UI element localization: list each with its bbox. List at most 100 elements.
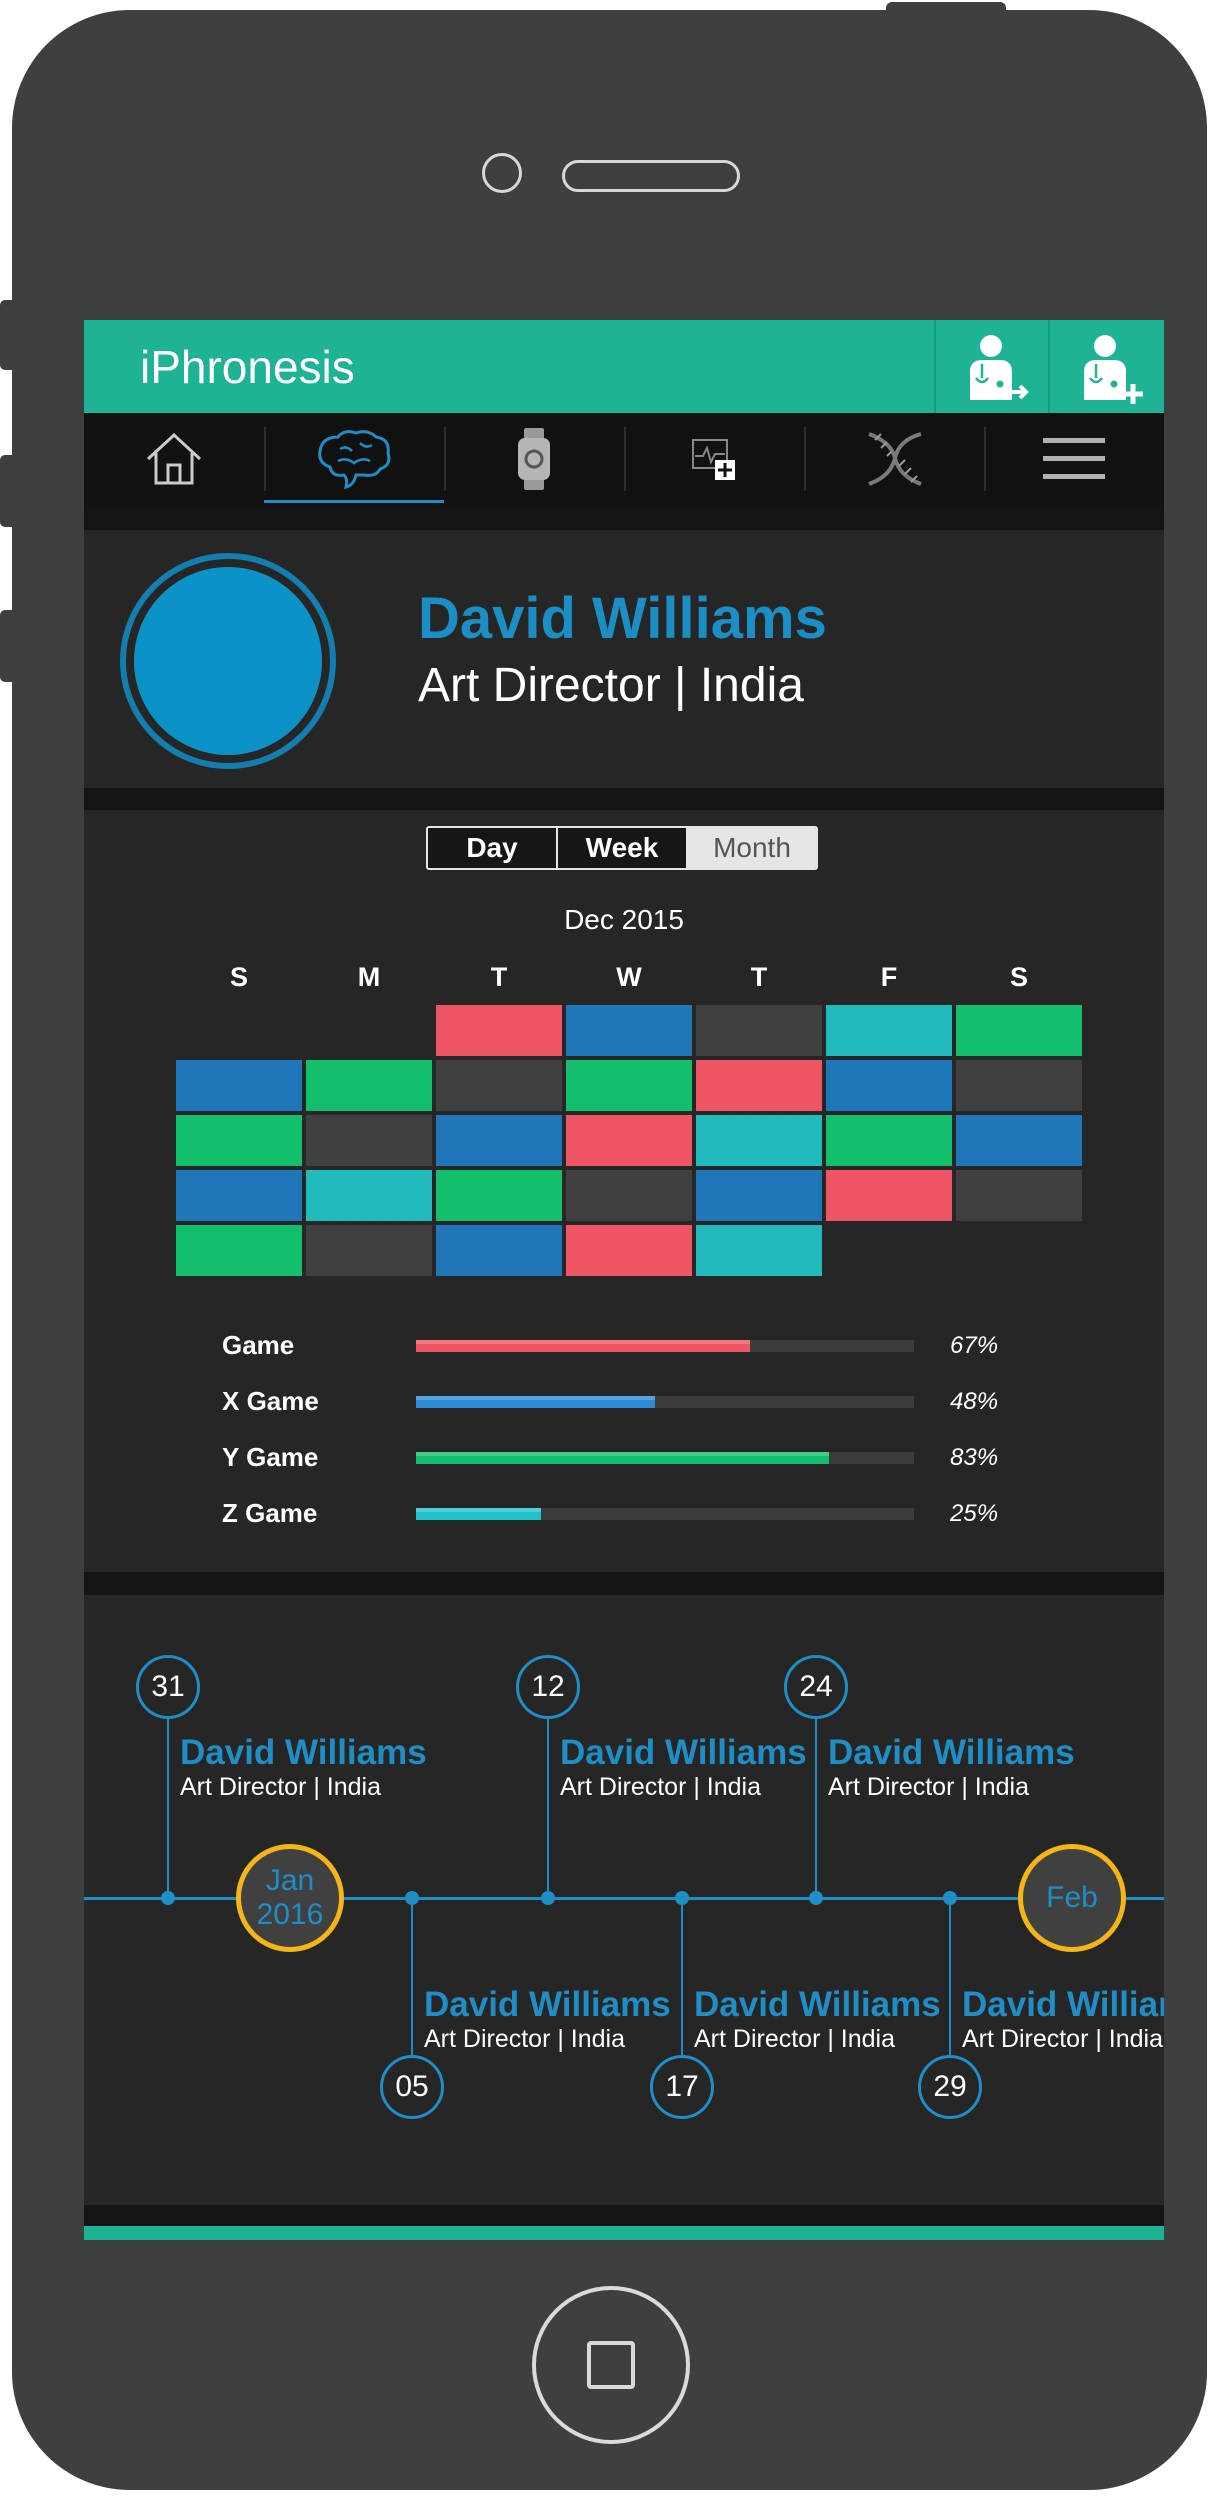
calendar-day-cell[interactable] <box>436 1225 562 1276</box>
progress-value: 83% <box>950 1444 999 1471</box>
timeline-stem <box>547 1719 549 1899</box>
calendar-day-cell[interactable] <box>696 1005 822 1056</box>
calendar-day-cell[interactable] <box>696 1060 822 1111</box>
timeline-event-name: David Williams <box>424 1985 671 2024</box>
calendar-day-cell[interactable] <box>176 1225 302 1276</box>
nav-health-monitor[interactable] <box>624 413 804 505</box>
calendar-day-cell[interactable] <box>306 1225 432 1276</box>
toggle-week[interactable]: Week <box>558 828 688 868</box>
timeline-date-bubble[interactable]: 05 <box>380 2055 444 2119</box>
progress-track <box>416 1340 914 1352</box>
month-marker-label: Jan <box>265 1864 315 1897</box>
calendar-day-cell[interactable] <box>956 1060 1082 1111</box>
timeline-date-bubble[interactable]: 17 <box>650 2055 714 2119</box>
doctor-add-icon <box>1084 335 1143 404</box>
calendar-day-cell[interactable] <box>566 1225 692 1276</box>
progress-value: 25% <box>950 1500 999 1527</box>
nav-dna[interactable] <box>804 413 984 505</box>
timeline-event-name: David Williams <box>180 1733 427 1772</box>
avatar[interactable] <box>120 553 336 769</box>
timeline-month-marker[interactable]: Jan 2016 <box>236 1844 344 1952</box>
calendar-day-cell[interactable] <box>826 1060 952 1111</box>
progress-track <box>416 1508 914 1520</box>
calendar-day-cell[interactable] <box>176 1170 302 1221</box>
profile-card: David Williams Art Director | India <box>84 530 1164 788</box>
timeline-event-card[interactable]: David WilliamsArt Director | India <box>962 1985 1164 2053</box>
calendar-day-cell[interactable] <box>176 1115 302 1166</box>
nav-brain[interactable] <box>264 413 444 505</box>
timeline-stem <box>949 1898 951 2058</box>
toggle-month[interactable]: Month <box>688 828 816 868</box>
timeline-date-bubble[interactable]: 12 <box>516 1655 580 1719</box>
timeline-date-bubble[interactable]: 29 <box>918 2055 982 2119</box>
timeline-event-name: David Williams <box>694 1985 941 2024</box>
timeline-event-role: Art Director | India <box>560 1773 762 1801</box>
calendar-day-cell[interactable] <box>956 1170 1082 1221</box>
timeline-event-name: David Williams <box>560 1733 807 1772</box>
earpiece-speaker <box>562 160 740 192</box>
timeline-event-name: David Williams <box>962 1985 1164 2024</box>
calendar-day-cell[interactable] <box>436 1005 562 1056</box>
doctor-add-button[interactable] <box>1048 320 1164 413</box>
period-toggle: Day Week Month <box>426 826 818 870</box>
progress-track <box>416 1396 914 1408</box>
calendar-day-cell[interactable] <box>176 1060 302 1111</box>
nav-home[interactable] <box>84 413 264 505</box>
calendar-day-cell[interactable] <box>566 1005 692 1056</box>
health-monitor-icon <box>692 439 735 480</box>
calendar-day-cell[interactable] <box>566 1170 692 1221</box>
calendar-day-cell[interactable] <box>436 1170 562 1221</box>
calendar-day-cell[interactable] <box>956 1005 1082 1056</box>
timeline-event-role: Art Director | India <box>962 2025 1164 2053</box>
calendar-day-cell[interactable] <box>696 1115 822 1166</box>
main-nav <box>84 413 1164 505</box>
timeline-event-role: Art Director | India <box>180 1773 382 1801</box>
app-screen: iPhronesis David Williams Art Director |… <box>84 320 1164 2240</box>
timeline-stem <box>411 1898 413 2058</box>
weekday-label: T <box>490 962 508 992</box>
calendar-day-cell[interactable] <box>826 1170 952 1221</box>
calendar-day-cell[interactable] <box>306 1060 432 1111</box>
calendar-day-cell[interactable] <box>436 1060 562 1111</box>
calendar-day-cell[interactable] <box>826 1115 952 1166</box>
timeline-date-bubble[interactable]: 24 <box>784 1655 848 1719</box>
calendar-day-cell[interactable] <box>306 1170 432 1221</box>
progress-fill <box>416 1396 656 1408</box>
calendar-day-cell[interactable] <box>696 1170 822 1221</box>
nav-menu[interactable] <box>984 413 1164 505</box>
home-icon <box>146 432 202 485</box>
calendar-month-label: Dec 2015 <box>564 904 684 935</box>
timeline-event-card[interactable]: David WilliamsArt Director | India <box>560 1733 807 1801</box>
toggle-day[interactable]: Day <box>428 828 558 868</box>
footer-bar <box>84 2226 1164 2240</box>
timeline-month-marker[interactable]: Feb <box>1018 1844 1126 1952</box>
doctor-share-button[interactable] <box>934 320 1050 413</box>
timeline-event-card[interactable]: David WilliamsArt Director | India <box>828 1733 1075 1801</box>
app-header: iPhronesis <box>84 320 1164 413</box>
calendar-day-cell[interactable] <box>566 1060 692 1111</box>
front-camera <box>482 153 522 193</box>
progress-fill <box>416 1340 750 1352</box>
timeline-event-role: Art Director | India <box>424 2025 626 2053</box>
timeline-event-card[interactable]: David WilliamsArt Director | India <box>180 1733 427 1801</box>
home-button[interactable] <box>532 2286 690 2444</box>
timeline-stem <box>681 1898 683 2058</box>
nav-watch[interactable] <box>444 413 624 505</box>
doctor-share-icon <box>970 335 1029 400</box>
timeline-event-card[interactable]: David WilliamsArt Director | India <box>694 1985 941 2053</box>
progress-label: X Game <box>222 1386 319 1416</box>
calendar-day-cell[interactable] <box>826 1005 952 1056</box>
progress-value: 67% <box>950 1332 999 1359</box>
progress-value: 48% <box>950 1388 999 1415</box>
weekday-label: M <box>357 962 381 992</box>
timeline-date-bubble[interactable]: 31 <box>136 1655 200 1719</box>
progress-list: Game 67% X Game 48% Y Game 83% Z Game 25% <box>84 1330 1164 1530</box>
weekday-label: F <box>880 962 898 992</box>
timeline-event-card[interactable]: David WilliamsArt Director | India <box>424 1985 671 2053</box>
calendar-day-cell[interactable] <box>696 1225 822 1276</box>
calendar-day-cell[interactable] <box>306 1115 432 1166</box>
calendar-day-cell[interactable] <box>436 1115 562 1166</box>
calendar-day-cell[interactable] <box>956 1115 1082 1166</box>
activity-panel: Day Week Month Dec 2015 Game 67% X Game 48%… <box>84 810 1164 1572</box>
calendar-day-cell[interactable] <box>566 1115 692 1166</box>
